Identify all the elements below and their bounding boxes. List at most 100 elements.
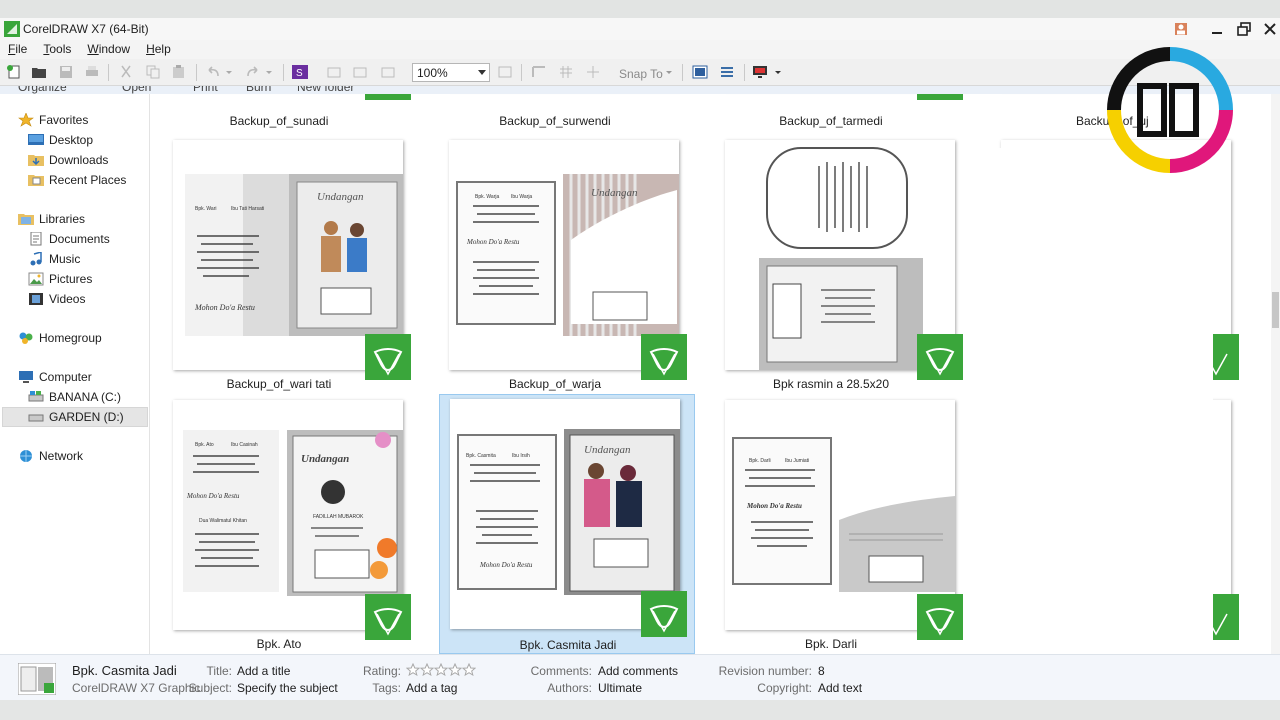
chevron-down-icon: [478, 70, 486, 75]
file-name: Bpk. Ato: [256, 637, 302, 651]
nav-homegroup[interactable]: Homegroup: [18, 329, 102, 347]
menu-file[interactable]: File: [0, 40, 35, 59]
nav-pictures[interactable]: Pictures: [28, 270, 92, 288]
publish-pdf-icon[interactable]: [380, 65, 396, 79]
desktop-icon: [28, 134, 44, 145]
menu-window[interactable]: Window: [79, 40, 138, 59]
copy-icon[interactable]: [145, 65, 161, 79]
redo-dropdown-icon[interactable]: [265, 65, 273, 79]
open-folder-icon[interactable]: [31, 65, 47, 79]
close-button[interactable]: [1257, 19, 1280, 39]
menu-help[interactable]: Help: [138, 40, 179, 59]
star-empty-icon[interactable]: [420, 663, 434, 676]
hard-drive-icon: [28, 391, 44, 402]
file-name: Backup_of_surwendi: [499, 114, 611, 128]
vertical-scrollbar[interactable]: [1271, 94, 1280, 654]
title-field[interactable]: Add a title: [237, 664, 290, 678]
nav-documents[interactable]: Documents: [28, 230, 110, 248]
nav-drive-d[interactable]: GARDEN (D:): [2, 407, 148, 427]
star-empty-icon[interactable]: [406, 663, 420, 676]
nav-downloads[interactable]: Downloads: [28, 151, 108, 169]
rating-stars[interactable]: [406, 663, 476, 676]
file-preview-icon: [18, 663, 56, 695]
svg-text:S: S: [296, 68, 303, 79]
file-tile[interactable]: Bpk. Ato Ibu Casinah Mohon Do'a Restu Du…: [161, 396, 411, 654]
nav-music[interactable]: Music: [28, 250, 80, 268]
nav-libraries[interactable]: Libraries: [18, 210, 85, 228]
new-document-icon[interactable]: [6, 65, 22, 79]
snap-to-menu[interactable]: Snap To: [619, 67, 663, 81]
comments-field[interactable]: Add comments: [598, 664, 678, 678]
svg-text:Bpk. Wari: Bpk. Wari: [195, 206, 216, 212]
homegroup-icon: [19, 332, 33, 344]
show-rulers-icon[interactable]: [531, 65, 547, 79]
welcome-dropdown-icon[interactable]: [774, 65, 782, 79]
file-tile[interactable]: Bpk. Darli Ibu Jumiati Mohon Do'a Restu …: [713, 396, 963, 654]
svg-text:Bpk. Ato: Bpk. Ato: [195, 442, 214, 448]
minimize-button[interactable]: [1204, 19, 1230, 39]
import-icon[interactable]: [326, 65, 342, 79]
welcome-screen-icon[interactable]: [752, 65, 768, 79]
svg-text:Bpk. Warja: Bpk. Warja: [475, 194, 499, 200]
nav-network[interactable]: Network: [18, 447, 83, 465]
tags-field[interactable]: Add a tag: [406, 681, 457, 695]
scrollbar-thumb[interactable]: [1272, 292, 1279, 328]
coreldraw-file-icon: [917, 594, 963, 640]
zoom-level-select[interactable]: 100%: [412, 63, 490, 82]
file-name: Backup_of_tarmedi: [779, 114, 883, 128]
show-grid-icon[interactable]: [558, 65, 574, 79]
svg-text:Undangan: Undangan: [591, 187, 638, 199]
organize-button[interactable]: Organize: [18, 86, 67, 94]
nav-favorites[interactable]: Favorites: [18, 111, 88, 129]
open-button[interactable]: Open: [122, 86, 151, 94]
star-empty-icon[interactable]: [448, 663, 462, 676]
nav-desktop[interactable]: Desktop: [28, 131, 93, 149]
file-tile[interactable]: Backup_of_surwendi: [437, 94, 673, 128]
cut-icon[interactable]: [118, 65, 134, 79]
file-tile[interactable]: Bpk. Warja Ibu Warja Mohon Do'a Restu Un…: [437, 136, 687, 396]
nav-videos[interactable]: Videos: [28, 290, 85, 308]
videos-icon: [29, 293, 43, 305]
undo-icon[interactable]: [205, 65, 221, 79]
export-icon[interactable]: [352, 65, 368, 79]
redo-icon[interactable]: [245, 65, 261, 79]
nav-recent-places[interactable]: Recent Places: [28, 171, 126, 189]
application-launcher-icon[interactable]: [719, 65, 735, 79]
star-empty-icon[interactable]: [434, 663, 448, 676]
undo-dropdown-icon[interactable]: [225, 65, 233, 79]
file-tile[interactable]: Backup_of_sunadi: [161, 94, 411, 128]
options-icon[interactable]: [692, 65, 708, 79]
copyright-field[interactable]: Add text: [818, 681, 862, 695]
downloads-folder-icon: [28, 155, 44, 166]
nav-computer[interactable]: Computer: [18, 368, 92, 386]
recent-places-icon: [28, 175, 44, 186]
search-content-icon[interactable]: S: [292, 65, 308, 79]
new-folder-button[interactable]: New folder: [297, 86, 354, 94]
bottom-strip: [0, 700, 1280, 720]
menu-tools[interactable]: Tools: [35, 40, 79, 59]
tags-label: Tags:: [372, 681, 401, 695]
revision-value: 8: [818, 664, 825, 678]
snap-to-dropdown-icon[interactable]: [665, 65, 673, 79]
file-tile[interactable]: Backup_of_tarmedi: [713, 94, 963, 128]
file-tile[interactable]: Bpk. Wari Ibu Tati Harsati Mohon Do'a Re…: [161, 136, 411, 396]
show-guidelines-icon[interactable]: [585, 65, 601, 79]
svg-text:Undangan: Undangan: [301, 453, 349, 465]
file-tile-selected[interactable]: Bpk. Casmita Ibu Irsih Mohon Do'a Restu …: [439, 394, 695, 654]
nav-drive-c[interactable]: BANANA (C:): [28, 388, 121, 406]
save-icon[interactable]: [58, 65, 74, 79]
user-icon[interactable]: [1168, 19, 1194, 39]
file-tile[interactable]: Bpk rasmin a 28.5x20: [713, 136, 963, 396]
coreldraw-file-icon: [365, 94, 411, 100]
print-button[interactable]: Print: [193, 86, 218, 94]
subject-field[interactable]: Specify the subject: [237, 681, 338, 695]
paste-icon[interactable]: [171, 65, 187, 79]
burn-button[interactable]: Burn: [246, 86, 271, 94]
coreldraw-file-icon: [365, 334, 411, 380]
full-screen-preview-icon[interactable]: [497, 65, 513, 79]
toolbar-separator: [108, 64, 109, 81]
star-empty-icon[interactable]: [462, 663, 476, 676]
print-icon[interactable]: [84, 65, 100, 79]
authors-field[interactable]: Ultimate: [598, 681, 642, 695]
restore-button[interactable]: [1231, 19, 1257, 39]
